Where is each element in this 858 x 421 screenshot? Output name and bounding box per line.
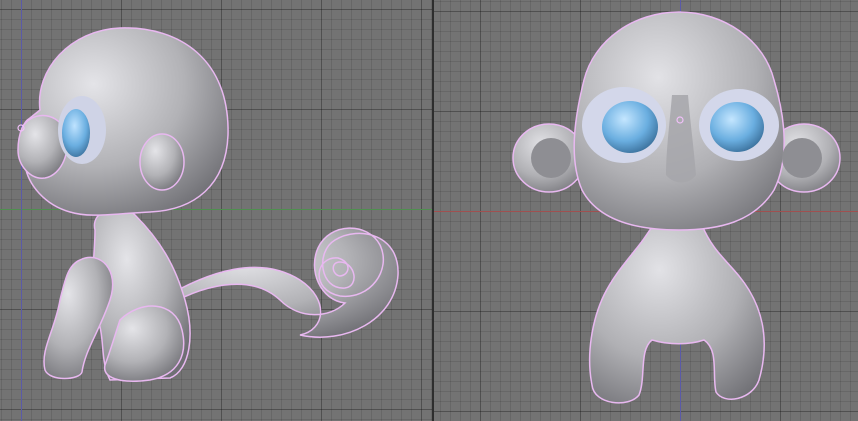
body (588, 212, 765, 404)
ear-inner-right (782, 138, 822, 178)
tail (159, 227, 399, 338)
viewport-front[interactable] (434, 0, 858, 421)
monkey-side-model[interactable] (0, 0, 432, 421)
monkey-front-model[interactable] (434, 0, 858, 421)
eye-left (602, 101, 658, 153)
ear (139, 133, 185, 191)
front-leg (43, 256, 114, 380)
ear-inner-left (531, 138, 571, 178)
eye-right (710, 102, 764, 152)
viewport-side[interactable] (0, 0, 432, 421)
eye (62, 109, 90, 157)
